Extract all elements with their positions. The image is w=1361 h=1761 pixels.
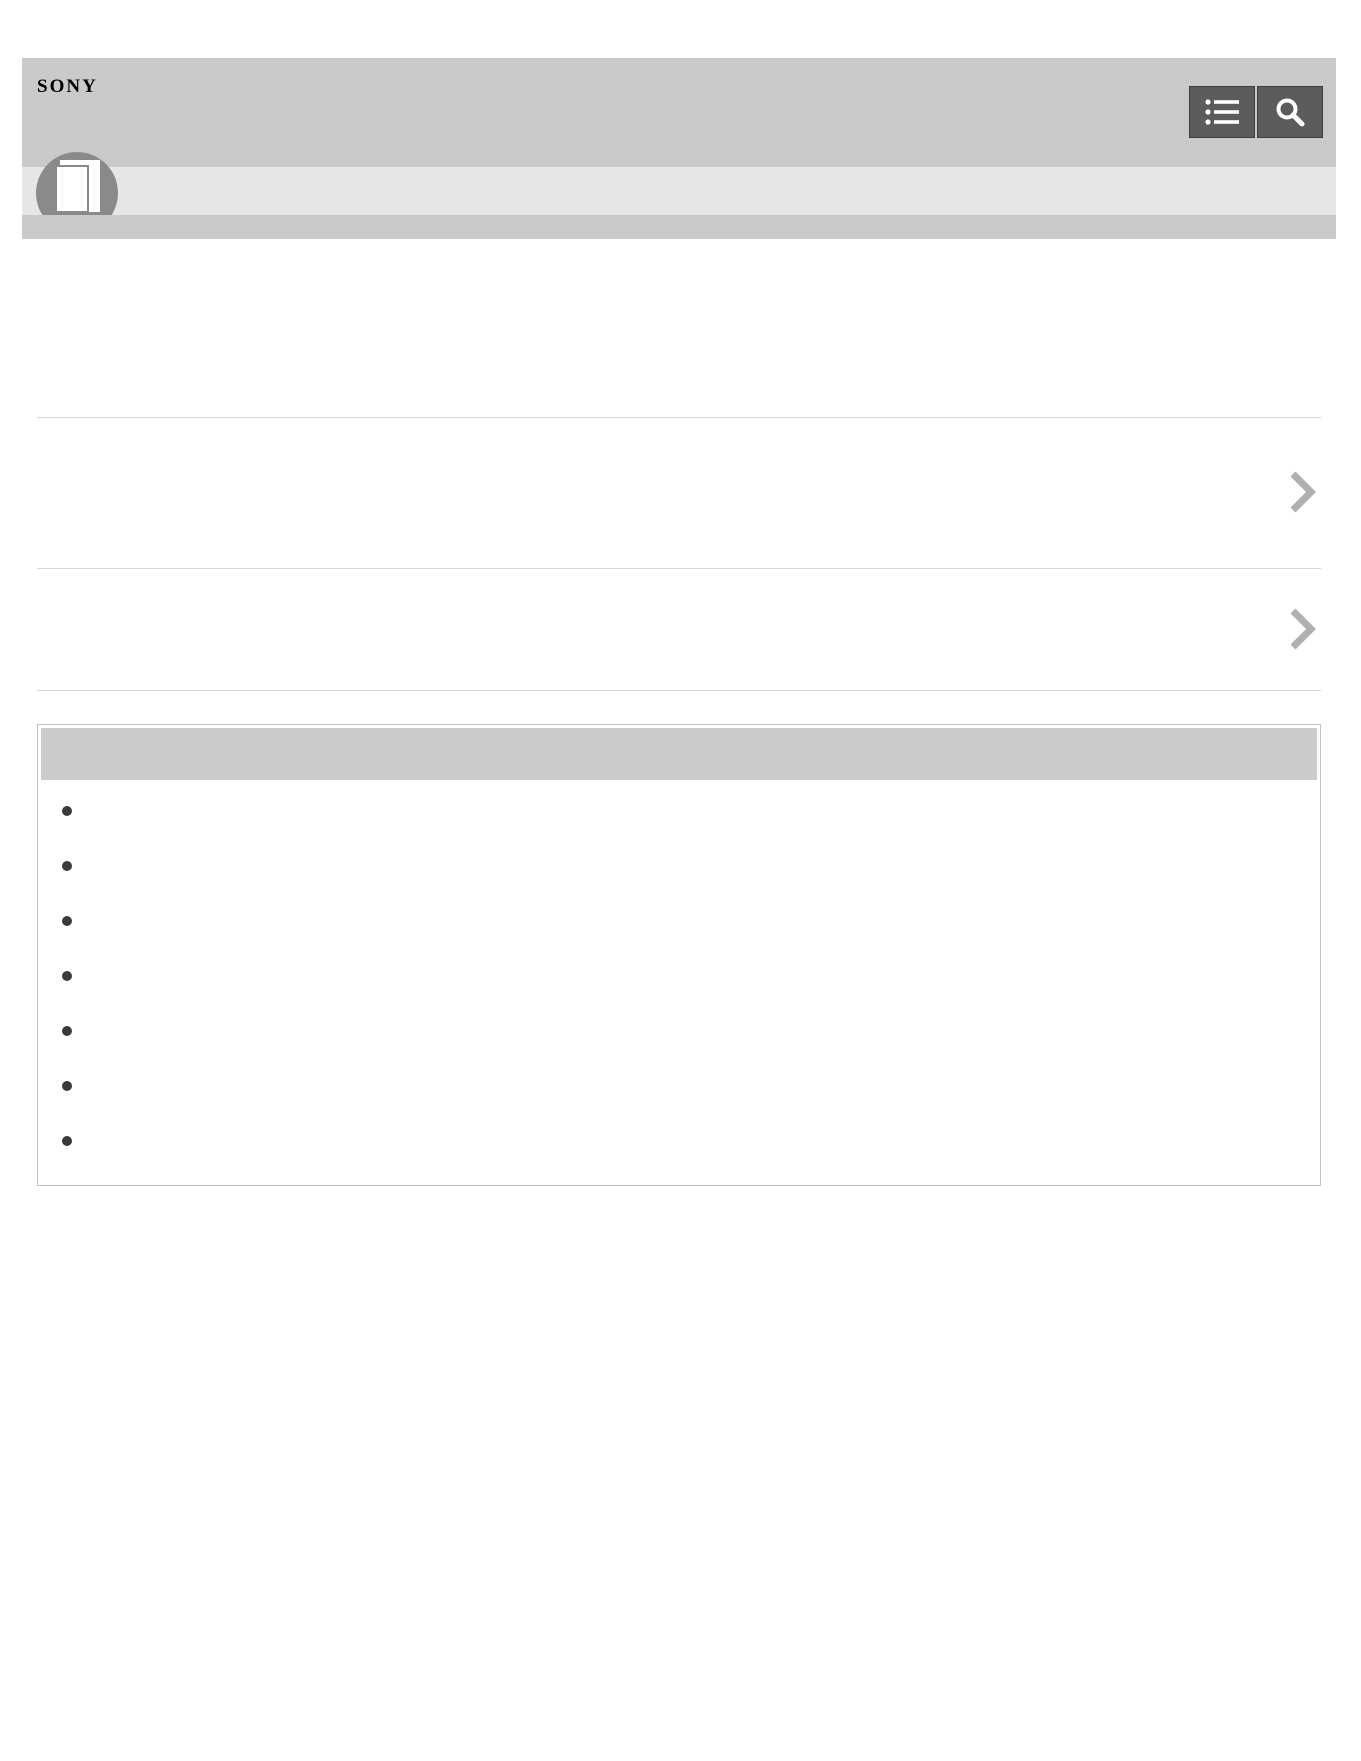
- list-item[interactable]: [38, 793, 1320, 848]
- divider: [37, 690, 1321, 691]
- bullet-icon: [62, 916, 72, 926]
- list-item[interactable]: [38, 1068, 1320, 1123]
- section-bar: [22, 167, 1336, 215]
- chevron-right-icon: [1290, 608, 1316, 650]
- sony-logo[interactable]: SONY: [37, 76, 98, 98]
- header-buttons: [1189, 86, 1323, 138]
- list-item[interactable]: [38, 1123, 1320, 1178]
- related-topics-box: [37, 724, 1321, 1186]
- bullet-icon: [62, 1026, 72, 1036]
- search-icon: [1276, 98, 1305, 127]
- nav-row-2[interactable]: [37, 569, 1321, 690]
- bullet-icon: [62, 1136, 72, 1146]
- related-topics-header: [41, 728, 1317, 780]
- table-of-contents-button[interactable]: [1189, 86, 1255, 138]
- book-icon: [36, 152, 118, 215]
- list-item[interactable]: [38, 903, 1320, 958]
- related-topics-list: [38, 793, 1320, 1178]
- bullet-icon: [62, 861, 72, 871]
- list-item[interactable]: [38, 848, 1320, 903]
- nav-row-1[interactable]: [37, 418, 1321, 568]
- site-header: SONY: [22, 58, 1336, 167]
- bullet-icon: [62, 971, 72, 981]
- list-item[interactable]: [38, 958, 1320, 1013]
- search-button[interactable]: [1257, 86, 1323, 138]
- bullet-icon: [62, 1081, 72, 1091]
- list-icon: [1205, 99, 1239, 125]
- chevron-right-icon: [1290, 471, 1316, 513]
- section-bar-strip: [22, 215, 1336, 239]
- list-item[interactable]: [38, 1013, 1320, 1068]
- bullet-icon: [62, 806, 72, 816]
